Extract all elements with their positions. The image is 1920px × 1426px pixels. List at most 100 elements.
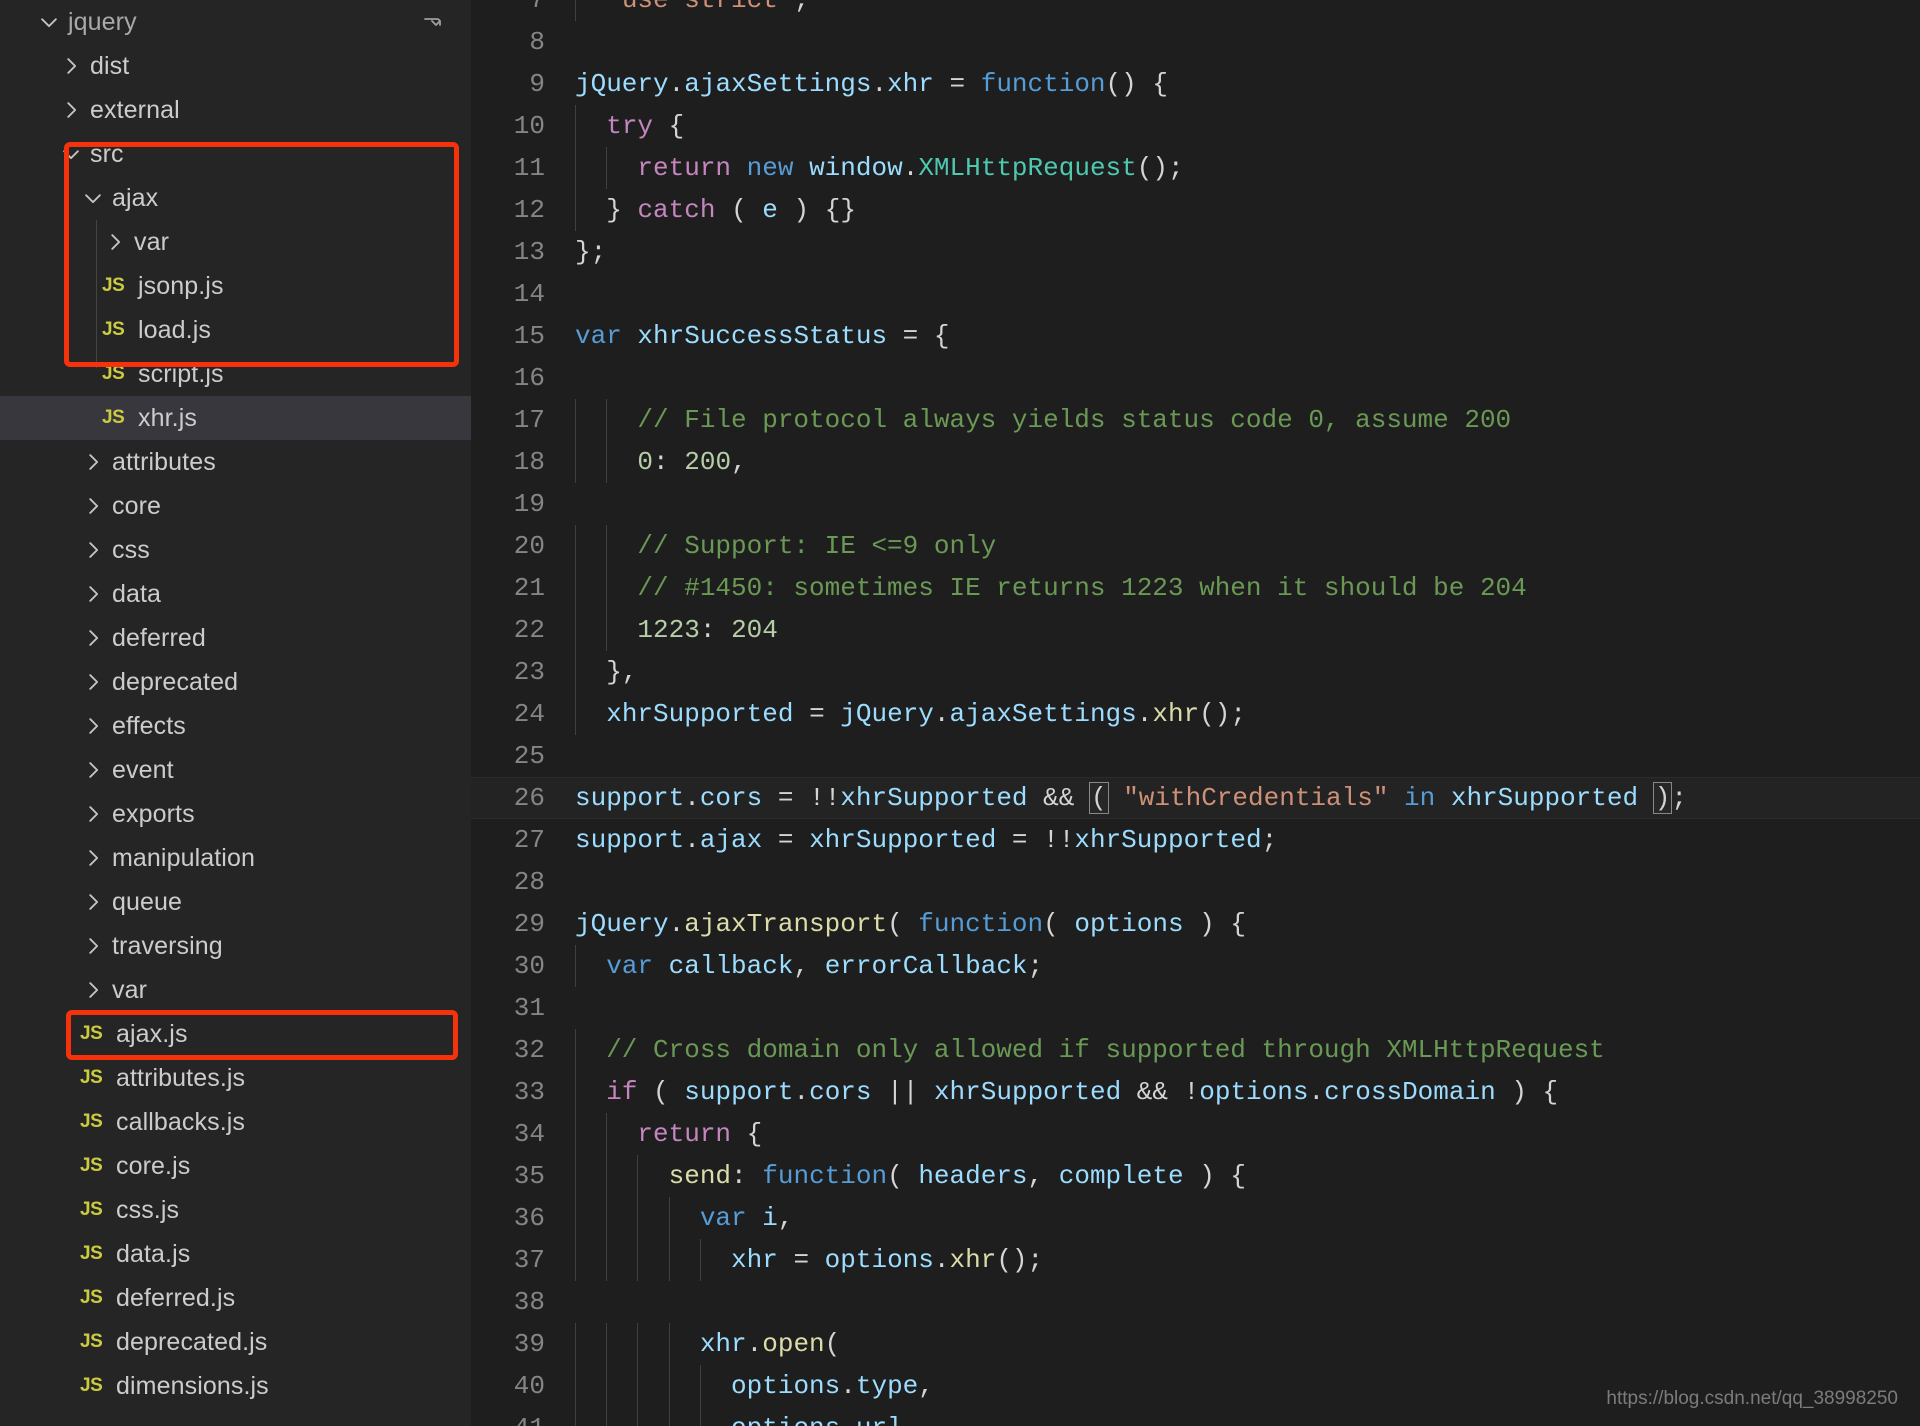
code-line[interactable]: 22 1223: 204	[471, 609, 1920, 651]
code-line[interactable]: 19	[471, 483, 1920, 525]
code-line[interactable]: 31	[471, 987, 1920, 1029]
tree-file-deferred.js[interactable]: JS deferred.js	[0, 1276, 471, 1320]
indent-guide	[575, 567, 576, 609]
tree-folder-jquery[interactable]: jquery	[0, 0, 471, 44]
code-line[interactable]: 7 "use strict";	[471, 0, 1920, 21]
code-lines[interactable]: 7 "use strict"; 8 9 jQuery.ajaxSettings.xhr…	[471, 0, 1920, 1426]
code-line[interactable]: 38	[471, 1281, 1920, 1323]
code-line[interactable]: 9 jQuery.ajaxSettings.xhr = function() {	[471, 63, 1920, 105]
code-line[interactable]: 8	[471, 21, 1920, 63]
tree-folder-traversing[interactable]: traversing	[0, 924, 471, 968]
chevron-right-icon[interactable]	[78, 792, 108, 836]
code-line[interactable]: 20 // Support: IE <=9 only	[471, 525, 1920, 567]
code-line[interactable]: 15 var xhrSuccessStatus = {	[471, 315, 1920, 357]
tree-file-xhr.js[interactable]: JS xhr.js	[0, 396, 471, 440]
line-number: 15	[513, 321, 545, 351]
code-line[interactable]: 10 try {	[471, 105, 1920, 147]
tree-file-script.js[interactable]: JS script.js	[0, 352, 471, 396]
tree-folder-ajax[interactable]: ajax	[0, 176, 471, 220]
code-line[interactable]: 33 if ( support.cors || xhrSupported && …	[471, 1071, 1920, 1113]
chevron-down-icon[interactable]	[56, 132, 86, 176]
chevron-right-icon[interactable]	[78, 836, 108, 880]
chevron-right-icon[interactable]	[56, 88, 86, 132]
code-line[interactable]: 34 return {	[471, 1113, 1920, 1155]
code-line[interactable]: 29 jQuery.ajaxTransport( function( option…	[471, 903, 1920, 945]
code-line[interactable]: 21 // #1450: sometimes IE returns 1223 w…	[471, 567, 1920, 609]
chevron-down-icon[interactable]	[78, 176, 108, 220]
indent-guide	[575, 0, 576, 21]
code-line[interactable]: 28	[471, 861, 1920, 903]
chevron-right-icon[interactable]	[100, 220, 130, 264]
tree-file-core.js[interactable]: JS core.js	[0, 1144, 471, 1188]
code-line[interactable]: 17 // File protocol always yields status…	[471, 399, 1920, 441]
tree-folder-manipulation[interactable]: manipulation	[0, 836, 471, 880]
code-text: return new window.XMLHttpRequest();	[575, 147, 1184, 189]
code-line[interactable]: 39 xhr.open(	[471, 1323, 1920, 1365]
tree-file-attributes.js[interactable]: JS attributes.js	[0, 1056, 471, 1100]
tree-folder-dist[interactable]: dist	[0, 44, 471, 88]
line-number: 21	[513, 573, 545, 603]
code-line[interactable]: 16	[471, 357, 1920, 399]
tree-item-label: dist	[90, 51, 130, 80]
tree-folder-deferred[interactable]: deferred	[0, 616, 471, 660]
code-line[interactable]: 14	[471, 273, 1920, 315]
code-line[interactable]: 37 xhr = options.xhr();	[471, 1239, 1920, 1281]
file-tree[interactable]: jquery dist external src ajax var JS jsonp.js JS…	[0, 0, 471, 1408]
tree-folder-css[interactable]: css	[0, 528, 471, 572]
tree-item-label: deferred.js	[116, 1283, 236, 1312]
code-line[interactable]: 24 xhrSupported = jQuery.ajaxSettings.xh…	[471, 693, 1920, 735]
code-line[interactable]: 18 0: 200,	[471, 441, 1920, 483]
tree-file-callbacks.js[interactable]: JS callbacks.js	[0, 1100, 471, 1144]
code-line[interactable]: 36 var i,	[471, 1197, 1920, 1239]
code-line[interactable]: 25	[471, 735, 1920, 777]
chevron-right-icon[interactable]	[56, 44, 86, 88]
code-line[interactable]: 32 // Cross domain only allowed if suppo…	[471, 1029, 1920, 1071]
chevron-right-icon[interactable]	[78, 880, 108, 924]
code-line[interactable]: 30 var callback, errorCallback;	[471, 945, 1920, 987]
tree-file-load.js[interactable]: JS load.js	[0, 308, 471, 352]
chevron-right-icon[interactable]	[78, 660, 108, 704]
tree-folder-queue[interactable]: queue	[0, 880, 471, 924]
tree-folder-ajax-var[interactable]: var	[0, 220, 471, 264]
code-line[interactable]: 35 send: function( headers, complete ) {	[471, 1155, 1920, 1197]
tree-file-ajax.js[interactable]: JS ajax.js	[0, 1012, 471, 1056]
code-line[interactable]: 11 return new window.XMLHttpRequest();	[471, 147, 1920, 189]
tree-folder-src[interactable]: src	[0, 132, 471, 176]
code-text: var callback, errorCallback;	[575, 945, 1043, 987]
chevron-right-icon[interactable]	[78, 704, 108, 748]
tree-file-deprecated.js[interactable]: JS deprecated.js	[0, 1320, 471, 1364]
code-text: var xhrSuccessStatus = {	[575, 321, 950, 351]
tree-folder-event[interactable]: event	[0, 748, 471, 792]
tree-folder-external[interactable]: external	[0, 88, 471, 132]
code-line[interactable]: 23 },	[471, 651, 1920, 693]
code-line[interactable]: 26 support.cors = !!xhrSupported && ( "wi…	[471, 777, 1920, 819]
chevron-right-icon[interactable]	[78, 484, 108, 528]
chevron-right-icon[interactable]	[78, 528, 108, 572]
indent-guide	[575, 441, 576, 483]
code-line[interactable]: 13};	[471, 231, 1920, 273]
chevron-right-icon[interactable]	[78, 924, 108, 968]
chevron-right-icon[interactable]	[78, 440, 108, 484]
tree-folder-attributes[interactable]: attributes	[0, 440, 471, 484]
tree-file-dimensions.js[interactable]: JS dimensions.js	[0, 1364, 471, 1408]
code-editor[interactable]: 7 "use strict"; 8 9 jQuery.ajaxSettings.xhr…	[471, 0, 1920, 1426]
chevron-right-icon[interactable]	[78, 572, 108, 616]
chevron-right-icon[interactable]	[78, 748, 108, 792]
tree-folder-deprecated[interactable]: deprecated	[0, 660, 471, 704]
tree-file-css.js[interactable]: JS css.js	[0, 1188, 471, 1232]
tree-item-label: var	[134, 227, 170, 256]
chevron-right-icon[interactable]	[78, 616, 108, 660]
chevron-down-icon[interactable]	[34, 0, 64, 44]
tree-file-jsonp.js[interactable]: JS jsonp.js	[0, 264, 471, 308]
tree-file-data.js[interactable]: JS data.js	[0, 1232, 471, 1276]
code-line[interactable]: 12 } catch ( e ) {}	[471, 189, 1920, 231]
code-line[interactable]: 27 support.ajax = xhrSupported = !!xhrSup…	[471, 819, 1920, 861]
tree-folder-data[interactable]: data	[0, 572, 471, 616]
tree-folder-core[interactable]: core	[0, 484, 471, 528]
line-number: 10	[513, 111, 545, 141]
tree-folder-src-var[interactable]: var	[0, 968, 471, 1012]
explorer-sidebar: jquery dist external src ajax var JS jsonp.js JS…	[0, 0, 471, 1426]
chevron-right-icon[interactable]	[78, 968, 108, 1012]
tree-folder-exports[interactable]: exports	[0, 792, 471, 836]
tree-folder-effects[interactable]: effects	[0, 704, 471, 748]
